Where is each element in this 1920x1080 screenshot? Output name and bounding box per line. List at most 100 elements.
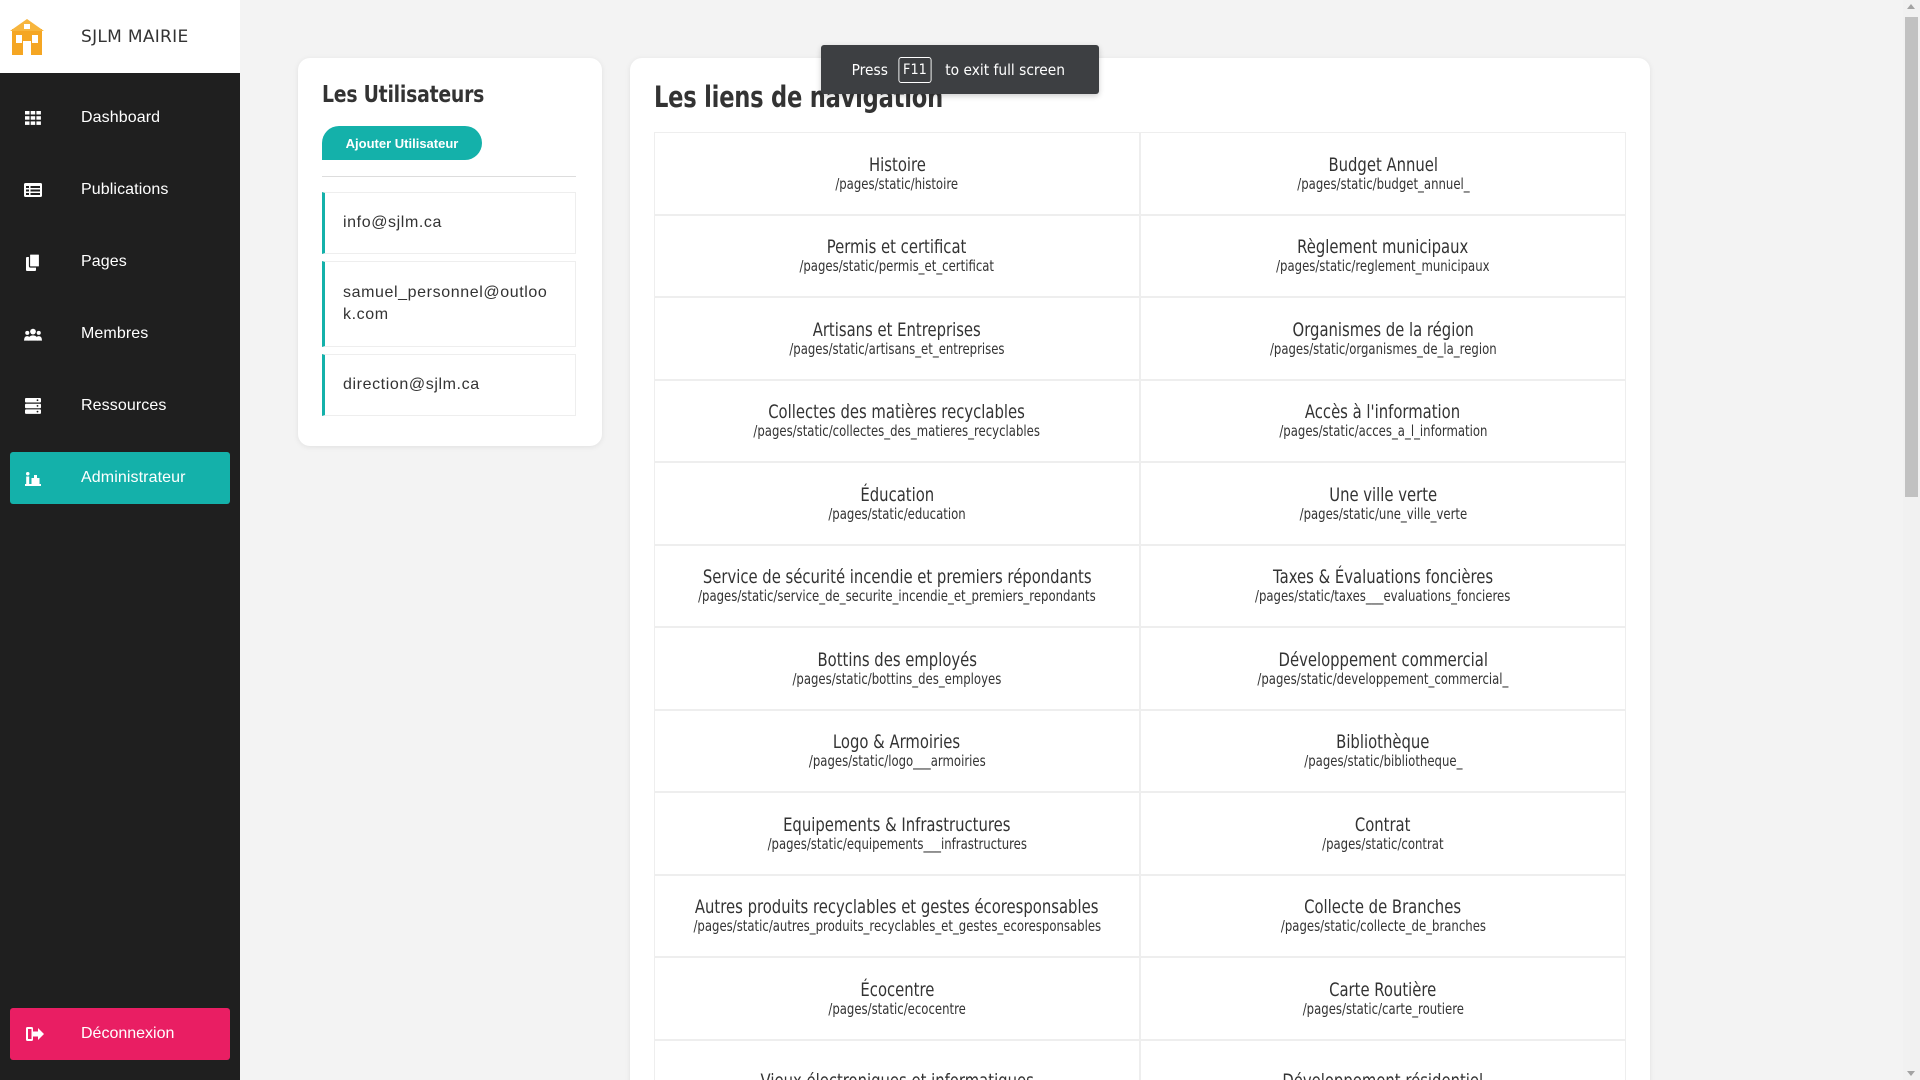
links-grid: Histoire/pages/static/histoire Budget Ann… (654, 132, 1626, 1080)
nav-link-name: Logo & Armoiries (833, 731, 961, 754)
nav-link-cell[interactable]: Collecte de Branches/pages/static/collec… (1140, 874, 1626, 957)
user-email: direction@sjlm.ca (343, 376, 480, 393)
nav-link-cell[interactable]: Développement résidentiel (1140, 1039, 1626, 1080)
logout-button[interactable]: Déconnexion (10, 1008, 230, 1060)
nav-link-path: /pages/static/une_ville_verte (1299, 504, 1467, 523)
nav-link-path: /pages/static/reglement_municipaux (1276, 257, 1490, 276)
nav-link-name: Organismes de la région (1292, 318, 1474, 341)
nav-link-cell[interactable]: Organismes de la région/pages/static/org… (1140, 297, 1626, 380)
nav-link-name: Taxes & Évaluations foncières (1272, 566, 1494, 589)
nav-link-path: /pages/static/acces_a_l_information (1278, 422, 1488, 441)
sidebar-item-ressources[interactable]: Ressources (10, 380, 230, 432)
nav-link-name: Autres produits recyclables et gestes éc… (695, 896, 1099, 919)
server-icon (24, 397, 42, 415)
nav-link-name: Artisans et Entreprises (812, 318, 982, 341)
user-email: samuel_personnel@outlook.com (343, 284, 548, 323)
users-title: Les Utilisateurs (322, 82, 485, 108)
sidebar-item-membres[interactable]: Membres (10, 308, 230, 360)
nav-link-cell[interactable]: Accès à l'information/pages/static/acces… (1140, 379, 1626, 462)
nav-link-cell[interactable]: Logo & Armoiries/pages/static/logo___arm… (654, 709, 1140, 792)
sidebar-item-label: Pages (81, 253, 127, 270)
fullscreen-toast: Press F11 to exit full screen (821, 45, 1099, 94)
sidebar-item-label: Ressources (81, 397, 167, 414)
sidebar-item-publications[interactable]: Publications (10, 164, 230, 216)
nav-link-name: Une ville verte (1329, 483, 1437, 506)
user-email: info@sjlm.ca (343, 214, 443, 231)
nav-link-name: Collectes des matières recyclables (768, 401, 1026, 424)
nav-link-path: /pages/static/organismes_de_la_region (1269, 339, 1497, 358)
nav-link-name: Développement commercial (1278, 648, 1488, 671)
nav-link-name: Contrat (1355, 813, 1411, 836)
nav-link-cell[interactable]: Contrat/pages/static/contrat (1140, 792, 1626, 875)
list-icon (24, 181, 42, 199)
nav-link-cell[interactable]: Écocentre/pages/static/ecocentre (654, 957, 1140, 1040)
nav-link-name: Budget Annuel (1328, 153, 1438, 176)
user-tie-icon (24, 469, 42, 487)
app-name: SJLM MAIRIE (81, 26, 189, 47)
nav-link-cell[interactable]: Règlement municipaux/pages/static/reglem… (1140, 214, 1626, 297)
navigation-links-card: Les liens de navigation Histoire/pages/s… (630, 58, 1650, 1080)
nav-link-cell[interactable]: Service de sécurité incendie et premiers… (654, 544, 1140, 627)
nav-link-cell[interactable]: Permis et certificat/pages/static/permis… (654, 214, 1140, 297)
nav-link-name: Carte Routière (1329, 978, 1437, 1001)
nav-link-cell[interactable]: Histoire/pages/static/histoire (654, 132, 1140, 215)
nav-link-cell[interactable]: Taxes & Évaluations foncières/pages/stat… (1140, 544, 1626, 627)
toast-suffix: to exit full screen (944, 60, 1065, 79)
add-user-button[interactable]: Ajouter Utilisateur (322, 126, 482, 160)
nav-link-name: Bibliothèque (1336, 731, 1430, 754)
nav-link-path: /pages/static/artisans_et_entreprises (789, 339, 1005, 358)
toast-prefix: Press (851, 60, 889, 79)
nav-link-cell[interactable]: Carte Routière/pages/static/carte_routie… (1140, 957, 1626, 1040)
nav-link-path: /pages/static/histoire (835, 174, 959, 193)
users-icon (24, 325, 42, 343)
nav-link-cell[interactable]: Equipements & Infrastructures/pages/stat… (654, 792, 1140, 875)
nav-link-path: /pages/static/carte_routiere (1302, 999, 1464, 1018)
scroll-up-icon[interactable] (1907, 4, 1915, 9)
users-card: Les Utilisateurs Ajouter Utilisateur inf… (298, 58, 602, 446)
nav-link-name: Écocentre (860, 978, 934, 1001)
sidebar-item-dashboard[interactable]: Dashboard (10, 92, 230, 144)
logout-label: Déconnexion (81, 1025, 175, 1042)
nav-link-path: /pages/static/permis_et_certificat (799, 257, 995, 276)
brand-header[interactable]: SJLM MAIRIE (0, 0, 240, 73)
user-list-item[interactable]: samuel_personnel@outlook.com (322, 261, 576, 347)
nav-link-name: Bottins des employés (817, 648, 977, 671)
nav-link-path: /pages/static/bottins_des_employes (792, 669, 1002, 688)
nav-link-name: Equipements & Infrastructures (783, 813, 1011, 836)
sidebar-item-label: Membres (81, 325, 149, 342)
copy-icon (24, 253, 42, 271)
sidebar-item-pages[interactable]: Pages (10, 236, 230, 288)
nav-link-cell[interactable]: Budget Annuel/pages/static/budget_annuel… (1140, 132, 1626, 215)
nav-link-path: /pages/static/developpement_commercial_ (1257, 669, 1509, 688)
toast-key: F11 (898, 56, 932, 83)
nav-link-cell[interactable]: Artisans et Entreprises/pages/static/art… (654, 297, 1140, 380)
scroll-thumb[interactable] (1905, 17, 1918, 497)
page-scrollbar[interactable] (1903, 0, 1920, 1080)
nav-link-cell[interactable]: Collectes des matières recyclables/pages… (654, 379, 1140, 462)
nav-link-cell[interactable]: Bibliothèque/pages/static/bibliotheque_ (1140, 709, 1626, 792)
nav-link-cell[interactable]: Une ville verte/pages/static/une_ville_v… (1140, 462, 1626, 545)
nav-link-name: Histoire (868, 153, 926, 176)
nav-link-path: /pages/static/service_de_securite_incend… (698, 587, 1096, 606)
user-list-item[interactable]: direction@sjlm.ca (322, 354, 576, 416)
sign-out-icon (26, 1025, 44, 1043)
nav-link-cell[interactable]: Bottins des employés/pages/static/bottin… (654, 627, 1140, 710)
nav-link-cell[interactable]: Développement commercial/pages/static/de… (1140, 627, 1626, 710)
scroll-down-icon[interactable] (1907, 1071, 1915, 1076)
nav-link-name: Vieux électroniques et informatiques (760, 1070, 1033, 1080)
nav-link-name: Collecte de Branches (1304, 896, 1462, 919)
nav-link-path: /pages/static/bibliotheque_ (1303, 752, 1463, 771)
nav-link-cell[interactable]: Éducation/pages/static/education (654, 462, 1140, 545)
nav-link-path: /pages/static/contrat (1322, 834, 1444, 853)
town-hall-logo-icon (10, 18, 44, 55)
nav-link-path: /pages/static/ecocentre (828, 999, 966, 1018)
nav-link-name: Accès à l'information (1305, 401, 1461, 424)
nav-link-name: Développement résidentiel (1283, 1070, 1484, 1080)
nav-link-path: /pages/static/taxes___evaluations_foncie… (1255, 587, 1511, 606)
user-list-item[interactable]: info@sjlm.ca (322, 192, 576, 254)
sidebar-item-administrateur[interactable]: Administrateur (10, 452, 230, 504)
nav-link-cell[interactable]: Autres produits recyclables et gestes éc… (654, 874, 1140, 957)
nav-link-name: Service de sécurité incendie et premiers… (702, 566, 1092, 589)
nav-link-cell[interactable]: Vieux électroniques et informatiques (654, 1039, 1140, 1080)
sidebar: SJLM MAIRIE Dashboard Publications Pages… (0, 0, 240, 1080)
